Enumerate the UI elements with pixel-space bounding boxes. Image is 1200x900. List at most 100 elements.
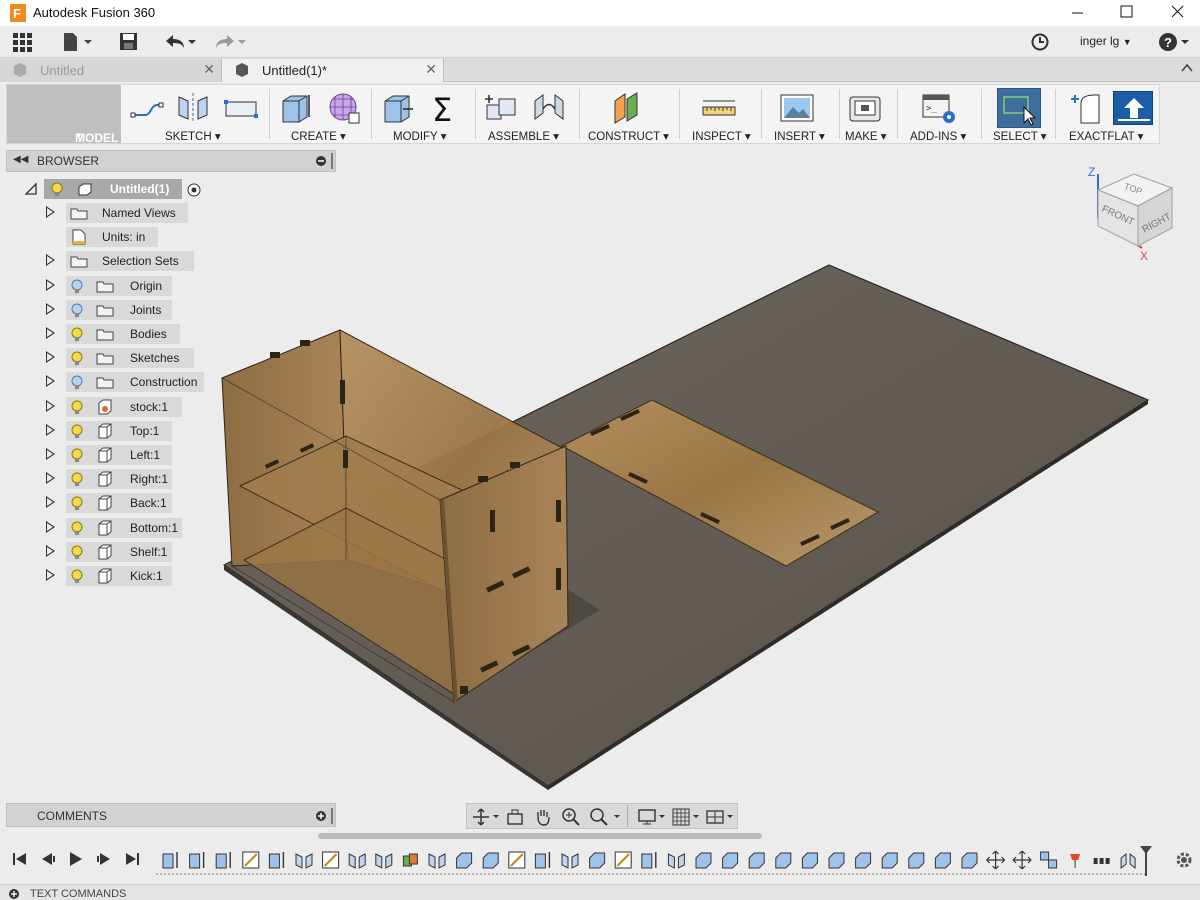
exactflat-menu[interactable]: EXACTFLAT ▾ — [1069, 129, 1143, 143]
text-commands-bar[interactable]: TEXT COMMANDS — [0, 884, 1200, 900]
browser-item[interactable]: Bottom:1 — [0, 516, 340, 540]
add-ins-menu[interactable]: ADD-INS ▾ — [910, 129, 966, 143]
expand-triangle-icon[interactable] — [46, 302, 55, 315]
browser-item[interactable]: Joints — [0, 298, 340, 322]
browser-node[interactable]: Right:1 — [66, 469, 172, 490]
activate-radio-icon[interactable] — [186, 182, 202, 198]
redo-icon[interactable] — [212, 32, 250, 52]
3d-print-icon[interactable] — [847, 91, 883, 125]
visibility-bulb-icon[interactable] — [70, 351, 84, 367]
timeline-feature[interactable] — [722, 852, 739, 869]
comments-panel-header[interactable]: COMMENTS — [6, 803, 336, 827]
timeline-feature[interactable] — [189, 852, 205, 869]
timeline-feature[interactable] — [986, 850, 1006, 870]
browser-item[interactable]: Top:1 — [0, 419, 340, 443]
press-pull-icon[interactable] — [379, 91, 415, 125]
timeline-feature[interactable] — [641, 852, 657, 869]
browser-item[interactable]: Shelf:1 — [0, 540, 340, 564]
visibility-bulb-icon[interactable] — [70, 472, 84, 488]
expand-triangle-icon[interactable] — [46, 327, 55, 339]
sketch-mirror-icon[interactable] — [175, 91, 211, 125]
browser-item[interactable]: Units: in — [0, 225, 340, 249]
timeline-feature[interactable] — [456, 852, 473, 869]
compute-all-sigma-icon[interactable]: Σ — [427, 91, 463, 125]
expand-triangle-icon[interactable] — [46, 448, 55, 460]
browser-item[interactable]: Origin — [0, 274, 340, 298]
timeline-feature[interactable] — [667, 853, 685, 869]
plus-circle-icon[interactable] — [315, 809, 327, 823]
timeline-settings-gear-icon[interactable] — [1174, 850, 1194, 870]
expand-triangle-icon[interactable] — [46, 206, 55, 218]
visibility-bulb-icon[interactable] — [70, 400, 84, 416]
expand-triangle-icon[interactable] — [46, 351, 55, 364]
collapse-panel-icon[interactable]: ◀◀ — [13, 154, 28, 165]
timeline-feature[interactable] — [215, 852, 231, 869]
visibility-bulb-icon[interactable] — [50, 182, 64, 198]
browser-item[interactable]: Right:1 — [0, 467, 340, 491]
expand-triangle-icon[interactable] — [46, 254, 55, 267]
root-node[interactable]: Untitled(1) — [44, 179, 182, 199]
browser-item[interactable]: stock:1 — [0, 395, 340, 419]
workspace-switcher[interactable]: MODEL ▼ — [7, 85, 121, 145]
tab-untitled[interactable]: Untitled ✕ — [0, 59, 222, 82]
timeline-marker[interactable] — [1140, 846, 1152, 876]
browser-item[interactable]: Left:1 — [0, 443, 340, 467]
timeline-feature[interactable] — [908, 852, 925, 869]
assemble-menu[interactable]: ASSEMBLE ▾ — [488, 129, 559, 143]
visibility-bulb-icon[interactable] — [70, 375, 84, 391]
timeline-feature[interactable] — [534, 852, 551, 869]
select-tool-button[interactable] — [997, 88, 1041, 128]
browser-node[interactable]: Sketches — [66, 348, 194, 369]
expand-triangle-icon[interactable] — [46, 278, 55, 291]
minimize-button[interactable] — [1054, 0, 1100, 26]
plus-circle-icon[interactable] — [8, 888, 20, 900]
expand-triangle-icon[interactable] — [46, 472, 55, 485]
visibility-bulb-icon[interactable] — [70, 545, 84, 561]
visibility-bulb-icon[interactable] — [70, 279, 84, 295]
create-menu[interactable]: CREATE ▾ — [291, 129, 346, 143]
sketch-menu[interactable]: SKETCH ▾ — [165, 129, 221, 143]
browser-node[interactable]: Origin — [66, 275, 172, 296]
close-window-button[interactable] — [1154, 0, 1200, 26]
go-to-start-icon[interactable] — [10, 850, 30, 868]
new-component-icon[interactable] — [483, 91, 519, 125]
file-menu-icon[interactable] — [62, 32, 94, 52]
fit-zoom-window-icon[interactable] — [589, 807, 623, 827]
sketch-rectangle-icon[interactable] — [223, 91, 259, 125]
undo-icon[interactable] — [162, 32, 200, 52]
resize-grip[interactable] — [331, 808, 333, 824]
browser-item[interactable]: Kick:1 — [0, 564, 340, 588]
insert-image-icon[interactable] — [779, 91, 815, 125]
timeline-feature[interactable] — [561, 853, 579, 869]
viewports-icon[interactable] — [705, 807, 739, 827]
maximize-button[interactable] — [1104, 0, 1150, 26]
timeline-feature[interactable] — [934, 852, 951, 869]
timeline-feature[interactable] — [1120, 852, 1136, 870]
timeline-feature[interactable] — [775, 852, 792, 869]
grid-settings-icon[interactable] — [671, 807, 705, 827]
timeline-feature[interactable] — [348, 853, 366, 869]
visibility-bulb-icon[interactable] — [70, 303, 84, 319]
visibility-bulb-icon[interactable] — [70, 569, 84, 585]
timeline-feature[interactable] — [1093, 858, 1110, 864]
timeline-feature[interactable] — [1012, 850, 1032, 870]
job-status-clock-icon[interactable] — [1030, 32, 1052, 52]
browser-node[interactable]: Top:1 — [66, 420, 172, 441]
visibility-bulb-icon[interactable] — [70, 448, 84, 464]
browser-item[interactable]: Selection Sets — [0, 249, 340, 273]
timeline-feature[interactable] — [482, 852, 499, 869]
timeline-feature[interactable] — [961, 852, 978, 869]
insert-menu[interactable]: INSERT ▾ — [774, 129, 825, 143]
inspect-menu[interactable]: INSPECT ▾ — [692, 129, 751, 143]
visibility-bulb-icon[interactable] — [70, 327, 84, 343]
make-menu[interactable]: MAKE ▾ — [845, 129, 887, 143]
timeline-feature[interactable] — [881, 852, 898, 869]
expanded-triangle-icon[interactable] — [24, 182, 38, 196]
browser-item[interactable]: Bodies — [0, 322, 340, 346]
construct-menu[interactable]: CONSTRUCT ▾ — [588, 129, 669, 143]
timeline-feature[interactable] — [402, 853, 418, 867]
timeline-features[interactable] — [156, 846, 1156, 876]
browser-item[interactable]: Back:1 — [0, 491, 340, 515]
browser-node[interactable]: Joints — [66, 299, 172, 320]
browser-node[interactable]: Selection Sets — [66, 251, 194, 272]
